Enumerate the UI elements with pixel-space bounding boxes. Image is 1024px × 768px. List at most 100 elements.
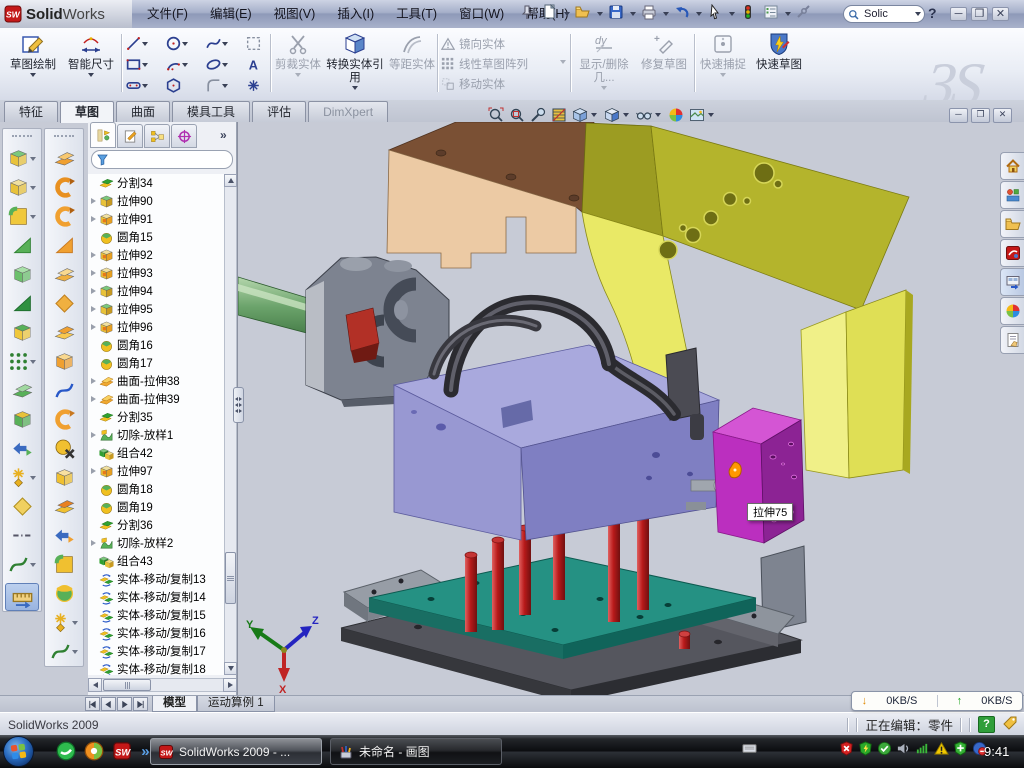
panel-splitter-handle[interactable] [233,387,244,423]
tree-item[interactable]: 拉伸94 [88,282,224,300]
tab-模具工具[interactable]: 模具工具 [172,101,250,122]
reference-geometry-icon[interactable] [8,467,29,488]
tab-曲面[interactable]: 曲面 [116,101,170,122]
tab-评估[interactable]: 评估 [252,101,306,122]
solidworks-resources-tab[interactable] [1000,239,1024,267]
scroll-right-button[interactable] [223,678,237,692]
tree-item[interactable]: 实体-移动/复制15 [88,606,224,624]
quick-snaps-button[interactable]: 快速捕捉 [698,31,748,95]
tree-item[interactable]: 切除-放样2 [88,534,224,552]
expand-arrow-icon[interactable] [88,306,99,312]
expand-arrow-icon[interactable] [88,216,99,222]
reference-geometry-dropdown-icon[interactable] [30,476,36,480]
display-delete-relations-button[interactable]: dy 显示/删除几... [574,31,634,95]
thicken-icon[interactable] [54,351,75,372]
tree-item[interactable]: 实体-移动/复制17 [88,642,224,660]
first-page-button[interactable] [85,697,100,711]
expand-arrow-icon[interactable] [88,198,99,204]
scene-dropdown-icon[interactable] [708,113,714,117]
axis-icon[interactable] [12,525,33,546]
spline-icon[interactable] [205,35,222,52]
network-speed-widget[interactable]: ↓ 0KB/S ↑ 0KB/S [851,691,1023,711]
menu-item-1[interactable]: 编辑(E) [199,0,263,28]
home-tab[interactable] [1000,152,1024,180]
configurationmanager-tab-icon[interactable] [144,124,170,148]
tree-item[interactable]: 圆角18 [88,480,224,498]
tree-item[interactable]: 拉伸96 [88,318,224,336]
combine-bodies-icon[interactable] [12,409,33,430]
selection-box-icon[interactable] [245,35,262,52]
rebuild-icon[interactable] [739,3,761,25]
delete-body-icon[interactable] [54,438,75,459]
curves-icon[interactable] [8,554,29,575]
arc-icon[interactable] [165,56,182,73]
appearances-tab[interactable] [1000,297,1024,325]
help-button[interactable]: ? [928,5,937,21]
tree-item[interactable]: 拉伸93 [88,264,224,282]
zoom-area-icon[interactable] [507,105,526,124]
file-explorer-tab[interactable] [1000,210,1024,238]
slot-icon[interactable] [125,77,142,94]
taskbar-window-0[interactable]: SWSolidWorks 2009 - ... [150,738,322,765]
toolbar-grip[interactable] [12,135,32,140]
tree-item[interactable]: 实体-移动/复制13 [88,570,224,588]
expand-arrow-icon[interactable] [88,324,99,330]
circle-dropdown-icon[interactable] [182,42,188,46]
doc-restore-button[interactable]: ❐ [971,108,990,123]
solidworks-quick-icon[interactable]: SW [112,741,132,761]
tree-item[interactable]: 切除-放样1 [88,426,224,444]
warning-antenna-icon[interactable] [934,741,949,756]
indent-icon[interactable] [54,293,75,314]
tree-item[interactable]: 分割35 [88,408,224,426]
menu-item-2[interactable]: 视图(V) [263,0,327,28]
tree-item[interactable]: 圆角15 [88,228,224,246]
minimize-button[interactable]: ─ [950,7,967,21]
mirror-bodies-icon[interactable] [12,380,33,401]
rectangle-dropdown-icon[interactable] [142,63,148,67]
keyboard-icon[interactable] [742,741,757,756]
antivirus-icon[interactable] [839,741,854,756]
tags-icon[interactable] [1002,715,1018,734]
scroll-down-button[interactable] [224,662,237,675]
tree-item[interactable]: 曲面-拉伸39 [88,390,224,408]
cavity-icon[interactable] [54,554,75,575]
split-body-icon[interactable] [54,496,75,517]
stack-dropdown-icon[interactable] [560,60,566,64]
circle-icon[interactable] [165,35,182,52]
tab-草图[interactable]: 草图 [60,101,114,123]
expand-arrow-icon[interactable] [88,252,99,258]
display-style-dropdown-icon[interactable] [591,113,597,117]
expand-arrow-icon[interactable] [88,540,99,546]
display-style-icon[interactable] [570,105,589,124]
expand-arrow-icon[interactable] [88,432,99,438]
mirror-entities-button[interactable]: 镜向实体 [441,34,565,54]
messenger-icon[interactable] [56,741,76,761]
curves-icon[interactable] [50,641,71,662]
prev-page-button[interactable] [101,697,116,711]
defense-shield-icon[interactable] [953,741,968,756]
menu-item-5[interactable]: 窗口(W) [448,0,515,28]
print-icon[interactable] [640,3,662,25]
open-icon[interactable] [574,3,596,25]
sketch-fillet-dropdown-icon[interactable] [222,84,228,88]
polygon-icon[interactable] [165,77,182,94]
volume-icon[interactable] [896,741,911,756]
zoom-fit-icon[interactable] [486,105,505,124]
sketch-dropdown-icon[interactable] [30,73,36,77]
tree-item[interactable]: 组合43 [88,552,224,570]
signal-icon[interactable] [915,741,930,756]
tree-item[interactable]: 拉伸92 [88,246,224,264]
linear-pattern-icon[interactable] [8,351,29,372]
view-orientation-icon[interactable] [602,105,621,124]
undo-icon[interactable] [673,3,695,25]
taskbar-clock[interactable]: 9:41 [984,744,1009,759]
taskbar-window-1[interactable]: 未命名 - 画图 [330,738,502,765]
fillet-dropdown-icon[interactable] [30,215,36,219]
tree-filter-box[interactable] [91,150,233,169]
linear-sketch-pattern-button[interactable]: 线性草图阵列 [441,54,565,74]
tree-item[interactable]: 圆角19 [88,498,224,516]
slot-dropdown-icon[interactable] [142,84,148,88]
select-icon[interactable] [706,3,728,25]
options-icon[interactable] [762,3,784,25]
update-check-icon[interactable] [877,741,892,756]
